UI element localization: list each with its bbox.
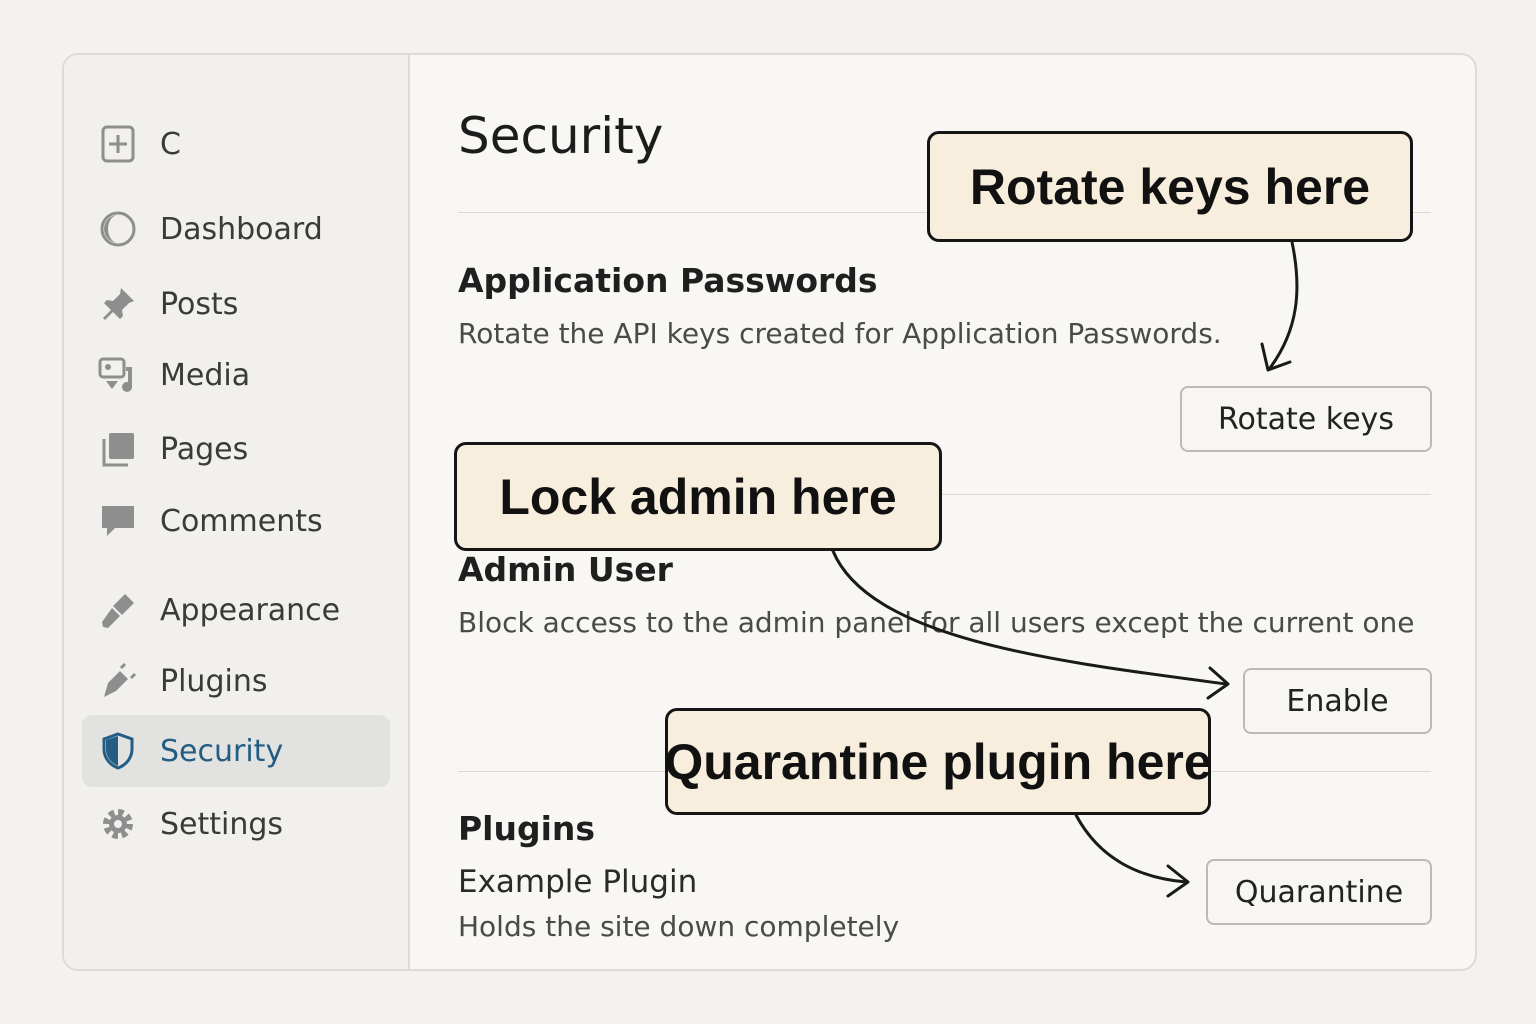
admin-user-description: Block access to the admin panel for all … bbox=[458, 606, 1415, 639]
callout-quarantine-plugin: Quarantine plugin here bbox=[664, 708, 1212, 815]
plug-icon bbox=[98, 661, 138, 701]
speech-bubble-icon bbox=[98, 501, 138, 541]
plus-square-icon bbox=[98, 124, 138, 164]
pages-icon bbox=[98, 429, 138, 469]
sidebar-item-security[interactable]: Security bbox=[82, 715, 390, 787]
sidebar-item-appearance[interactable]: Appearance bbox=[82, 574, 390, 646]
dashboard-gauge-icon bbox=[98, 209, 138, 249]
sidebar-item-label: Comments bbox=[160, 503, 323, 539]
sidebar-item-label: Appearance bbox=[160, 592, 341, 628]
app-passwords-description: Rotate the API keys created for Applicat… bbox=[458, 317, 1222, 350]
sidebar-item-plugins[interactable]: Plugins bbox=[82, 645, 390, 717]
sidebar-item-label: C bbox=[160, 126, 181, 162]
sidebar-item-label: Posts bbox=[160, 286, 239, 322]
callout-lock-admin: Lock admin here bbox=[454, 442, 942, 551]
app-passwords-title: Application Passwords bbox=[458, 261, 878, 300]
sidebar-item-comments[interactable]: Comments bbox=[82, 485, 390, 557]
sidebar-item-dashboard[interactable]: Dashboard bbox=[82, 193, 390, 265]
sidebar-item-label: Pages bbox=[160, 431, 249, 467]
enable-button[interactable]: Enable bbox=[1243, 668, 1432, 734]
sidebar-item-pages[interactable]: Pages bbox=[82, 413, 390, 485]
shield-icon bbox=[98, 731, 138, 771]
callout-rotate-keys: Rotate keys here bbox=[927, 131, 1413, 242]
pushpin-icon bbox=[98, 284, 138, 324]
sidebar: C Dashboard Posts Media Pages Comments A… bbox=[64, 55, 410, 969]
sidebar-item-label: Settings bbox=[160, 806, 284, 842]
sidebar-item-label: Dashboard bbox=[160, 211, 323, 247]
plugin-description: Holds the site down completely bbox=[458, 910, 900, 943]
sidebar-item-settings[interactable]: Settings bbox=[82, 788, 390, 860]
admin-user-title: Admin User bbox=[458, 550, 673, 589]
sidebar-item-c[interactable]: C bbox=[82, 108, 390, 180]
plugin-name: Example Plugin bbox=[458, 864, 698, 900]
sidebar-item-posts[interactable]: Posts bbox=[82, 268, 390, 340]
paintbrush-icon bbox=[98, 590, 138, 630]
page-title: Security bbox=[458, 107, 664, 165]
gear-icon bbox=[98, 804, 138, 844]
rotate-keys-button[interactable]: Rotate keys bbox=[1180, 386, 1432, 452]
sidebar-item-label: Security bbox=[160, 733, 284, 769]
media-icon bbox=[98, 355, 138, 395]
sidebar-item-label: Media bbox=[160, 357, 251, 393]
plugins-title: Plugins bbox=[458, 809, 596, 848]
quarantine-button[interactable]: Quarantine bbox=[1206, 859, 1432, 925]
sidebar-item-media[interactable]: Media bbox=[82, 339, 390, 411]
sidebar-item-label: Plugins bbox=[160, 663, 268, 699]
